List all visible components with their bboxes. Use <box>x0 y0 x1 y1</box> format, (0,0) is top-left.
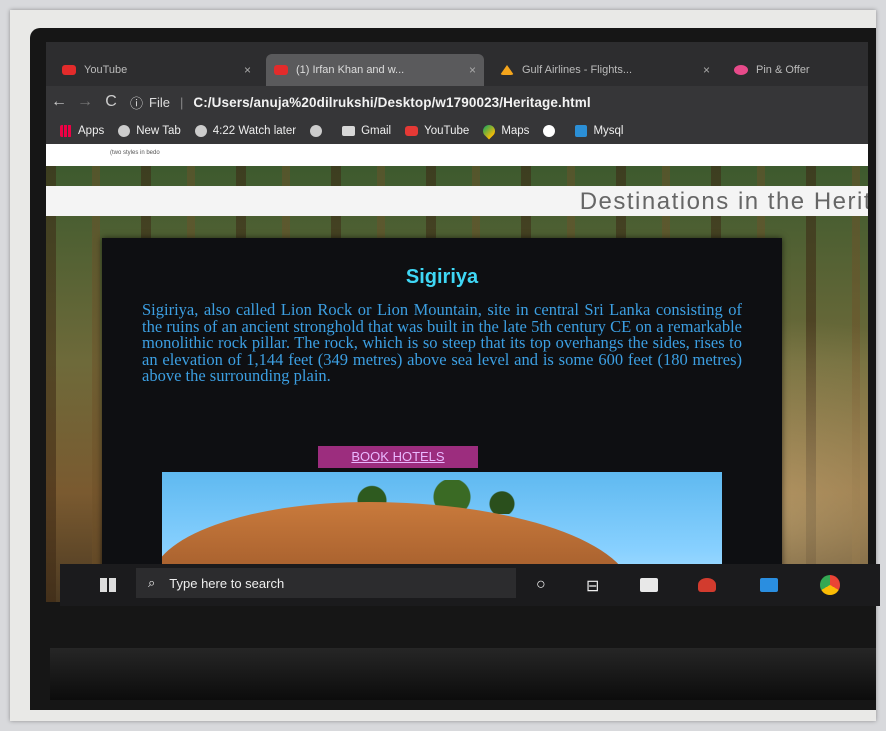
bookmark-label: Mysql <box>593 125 624 137</box>
flight-icon <box>500 65 514 75</box>
search-placeholder: Type here to search <box>169 575 285 591</box>
bookmark-unnamed-2[interactable] <box>543 125 561 137</box>
windows-icon <box>575 125 588 137</box>
page-top-strip: (two styles in bedo <box>46 144 868 166</box>
tab-irfan-khan[interactable]: (1) Irfan Khan and w... × <box>266 54 484 86</box>
search-icon: ⌕ <box>148 575 156 590</box>
tab-youtube[interactable]: YouTube × <box>54 54 259 86</box>
reload-button[interactable]: C <box>98 93 124 111</box>
close-icon[interactable]: × <box>703 63 710 77</box>
close-icon[interactable]: × <box>469 63 476 77</box>
tab-label: YouTube <box>84 64 128 76</box>
bookmark-label: Maps <box>501 125 530 137</box>
chrome-icon[interactable] <box>820 575 840 595</box>
url-separator: | <box>179 94 184 110</box>
bookmark-label: YouTube <box>424 125 470 137</box>
destination-card: Sigiriya Sigiriya, also called Lion Rock… <box>102 238 782 602</box>
circle-icon <box>543 125 556 137</box>
bookmarks-bar: Apps New Tab 4:22 Watch later Gmail YouT… <box>46 118 868 144</box>
windows-start-icon[interactable] <box>100 578 116 592</box>
taskbar-search[interactable]: ⌕ Type here to search <box>136 568 516 598</box>
bookmark-label: Apps <box>78 125 105 137</box>
apps-grid-icon <box>60 125 72 137</box>
file-label: File <box>149 94 170 110</box>
tab-label: Gulf Airlines - Flights... <box>522 64 633 76</box>
laptop-hinge <box>50 648 876 700</box>
cortana-icon[interactable]: ○ <box>536 576 546 594</box>
tab-label: Pin & Offer <box>756 64 810 76</box>
bookmark-maps[interactable]: Maps <box>480 122 530 140</box>
store-icon[interactable] <box>640 578 658 592</box>
pin-icon <box>734 65 748 75</box>
globe-icon <box>194 125 207 137</box>
tab-flights[interactable]: Gulf Airlines - Flights... × <box>492 54 718 86</box>
book-hotels-button[interactable]: BOOK HOTELS <box>318 446 478 468</box>
address-bar: ← → C ⓘ File | C:/Users/anuja%20dilruksh… <box>46 86 868 118</box>
mail-icon[interactable] <box>760 578 778 592</box>
globe-icon <box>118 125 131 137</box>
bookmark-apps[interactable]: Apps <box>60 125 104 137</box>
bookmark-watch-later[interactable]: 4:22 Watch later <box>194 125 297 137</box>
youtube-icon <box>62 65 76 75</box>
app-icon[interactable] <box>698 578 716 592</box>
bookmark-youtube[interactable]: YouTube <box>405 125 469 137</box>
bookmark-gmail[interactable]: Gmail <box>342 125 391 137</box>
omnibox[interactable]: ⓘ File | C:/Users/anuja%20dilrukshi/Desk… <box>130 93 591 112</box>
card-title: Sigiriya <box>405 266 479 288</box>
forward-button[interactable]: → <box>72 93 98 111</box>
globe-icon <box>310 125 323 137</box>
close-icon[interactable]: × <box>244 63 251 77</box>
tab-strip: YouTube × (1) Irfan Khan and w... × Gulf… <box>46 42 868 86</box>
bookmark-new-tab[interactable]: New Tab <box>118 125 181 137</box>
info-icon[interactable]: ⓘ <box>130 93 143 112</box>
bookmark-unnamed[interactable] <box>310 125 328 137</box>
back-button[interactable]: ← <box>46 93 72 111</box>
tab-pin-offer[interactable]: Pin & Offer <box>726 54 868 86</box>
youtube-icon <box>274 65 288 75</box>
screen: YouTube × (1) Irfan Khan and w... × Gulf… <box>46 42 868 602</box>
gmail-icon <box>342 126 356 136</box>
task-view-icon[interactable]: ⊟ <box>586 576 599 596</box>
maps-pin-icon <box>480 122 498 140</box>
url-text[interactable]: C:/Users/anuja%20dilrukshi/Desktop/w1790… <box>193 95 590 110</box>
bookmark-mysql[interactable]: Mysql <box>575 125 623 137</box>
page-heading: Destinations in the Herit <box>579 188 868 215</box>
bookmark-label: 4:22 Watch later <box>212 125 297 137</box>
tab-label: (1) Irfan Khan and w... <box>296 64 405 76</box>
youtube-icon <box>405 126 419 136</box>
card-description: Sigiriya, also called Lion Rock or Lion … <box>142 300 742 385</box>
bookmark-label: New Tab <box>136 125 181 137</box>
bookmark-label: Gmail <box>361 125 392 137</box>
taskbar: ⌕ Type here to search ○ ⊟ <box>60 564 880 606</box>
web-page: (two styles in bedo Destinations in the … <box>46 144 868 602</box>
